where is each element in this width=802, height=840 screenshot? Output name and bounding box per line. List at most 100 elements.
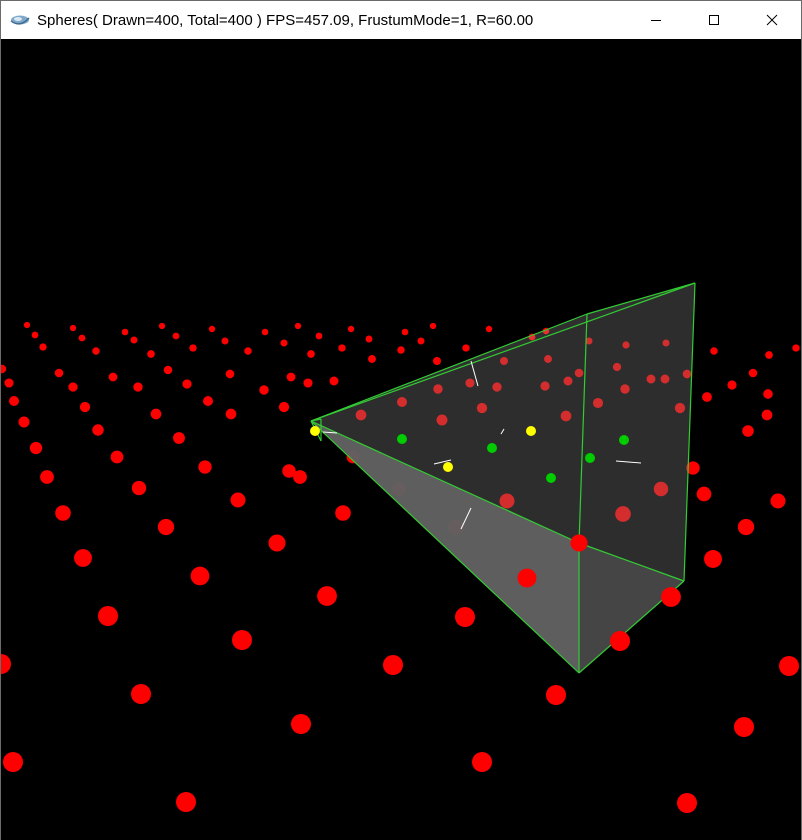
red-sphere — [278, 401, 290, 413]
red-sphere — [704, 550, 722, 568]
red-sphere — [433, 357, 441, 365]
red-sphere — [225, 408, 237, 420]
maximize-button[interactable] — [685, 1, 743, 39]
red-sphere — [696, 486, 712, 502]
red-sphere — [661, 587, 681, 607]
red-sphere — [294, 322, 302, 330]
red-sphere — [4, 378, 14, 388]
red-sphere — [232, 630, 252, 650]
red-sphere — [190, 566, 210, 586]
green-sphere — [397, 434, 407, 444]
red-sphere — [763, 389, 773, 399]
yellow-sphere — [526, 426, 536, 436]
red-sphere — [208, 325, 216, 333]
red-sphere — [261, 328, 269, 336]
red-sphere — [734, 717, 754, 737]
red-sphere — [280, 339, 288, 347]
red-sphere — [150, 408, 162, 420]
red-sphere — [18, 416, 30, 428]
red-sphere — [78, 334, 86, 342]
red-sphere — [40, 470, 54, 484]
red-sphere — [54, 368, 64, 378]
red-sphere — [677, 793, 697, 813]
red-sphere — [157, 518, 175, 536]
red-sphere — [230, 492, 246, 508]
red-sphere — [68, 382, 78, 392]
red-sphere — [702, 392, 712, 402]
red-sphere — [710, 347, 718, 355]
red-sphere — [401, 328, 409, 336]
red-sphere — [173, 432, 185, 444]
red-sphere — [338, 344, 346, 352]
red-sphere — [397, 346, 405, 354]
red-sphere — [347, 325, 355, 333]
red-sphere — [29, 441, 43, 455]
red-sphere — [485, 325, 493, 333]
red-sphere — [98, 606, 118, 626]
green-sphere — [546, 473, 556, 483]
minimize-icon — [651, 20, 661, 21]
green-sphere — [487, 443, 497, 453]
red-sphere — [761, 409, 773, 421]
red-sphere — [203, 396, 213, 406]
red-sphere — [748, 368, 758, 378]
red-sphere — [121, 328, 129, 336]
yellow-sphere — [310, 426, 320, 436]
red-sphere — [92, 347, 100, 355]
red-sphere — [9, 396, 19, 406]
yellow-sphere — [443, 462, 453, 472]
opengl-app-icon — [10, 15, 30, 25]
close-button[interactable] — [743, 1, 801, 39]
red-sphere — [335, 505, 351, 521]
red-sphere — [286, 372, 296, 382]
close-icon — [766, 14, 778, 26]
red-sphere — [182, 379, 192, 389]
green-sphere — [619, 435, 629, 445]
red-sphere — [517, 568, 537, 588]
red-sphere — [368, 355, 376, 363]
red-sphere — [131, 684, 151, 704]
red-sphere — [244, 347, 252, 355]
red-sphere — [610, 631, 630, 651]
red-sphere — [315, 332, 323, 340]
red-sphere — [462, 344, 470, 352]
red-sphere — [108, 372, 118, 382]
red-sphere — [23, 321, 31, 329]
red-sphere — [131, 480, 147, 496]
red-sphere — [31, 331, 39, 339]
red-sphere — [259, 385, 269, 395]
red-sphere — [291, 714, 311, 734]
red-sphere — [570, 534, 588, 552]
red-sphere — [3, 752, 23, 772]
red-sphere — [130, 336, 138, 344]
red-sphere — [92, 424, 104, 436]
minimize-button[interactable] — [627, 1, 685, 39]
red-sphere — [727, 380, 737, 390]
maximize-icon — [709, 15, 719, 25]
render-viewport[interactable] — [1, 39, 801, 840]
red-sphere — [221, 337, 229, 345]
red-sphere — [303, 378, 313, 388]
red-sphere — [293, 470, 307, 484]
red-sphere — [110, 450, 124, 464]
red-sphere — [1, 364, 7, 374]
red-sphere — [79, 401, 91, 413]
red-sphere — [792, 344, 800, 352]
red-sphere — [133, 382, 143, 392]
app-window: Spheres( Drawn=400, Total=400 ) FPS=457.… — [0, 0, 802, 840]
red-sphere — [55, 505, 71, 521]
red-sphere — [742, 425, 754, 437]
red-sphere — [383, 655, 403, 675]
red-sphere — [472, 752, 492, 772]
red-sphere — [268, 534, 286, 552]
3d-scene-canvas[interactable] — [1, 39, 801, 840]
window-title: Spheres( Drawn=400, Total=400 ) FPS=457.… — [37, 11, 534, 29]
red-sphere — [172, 332, 180, 340]
title-bar[interactable]: Spheres( Drawn=400, Total=400 ) FPS=457.… — [1, 1, 801, 39]
red-sphere — [189, 344, 197, 352]
red-sphere — [546, 685, 566, 705]
red-sphere — [74, 549, 92, 567]
red-sphere — [770, 493, 786, 509]
red-sphere — [737, 518, 755, 536]
red-sphere — [317, 586, 337, 606]
